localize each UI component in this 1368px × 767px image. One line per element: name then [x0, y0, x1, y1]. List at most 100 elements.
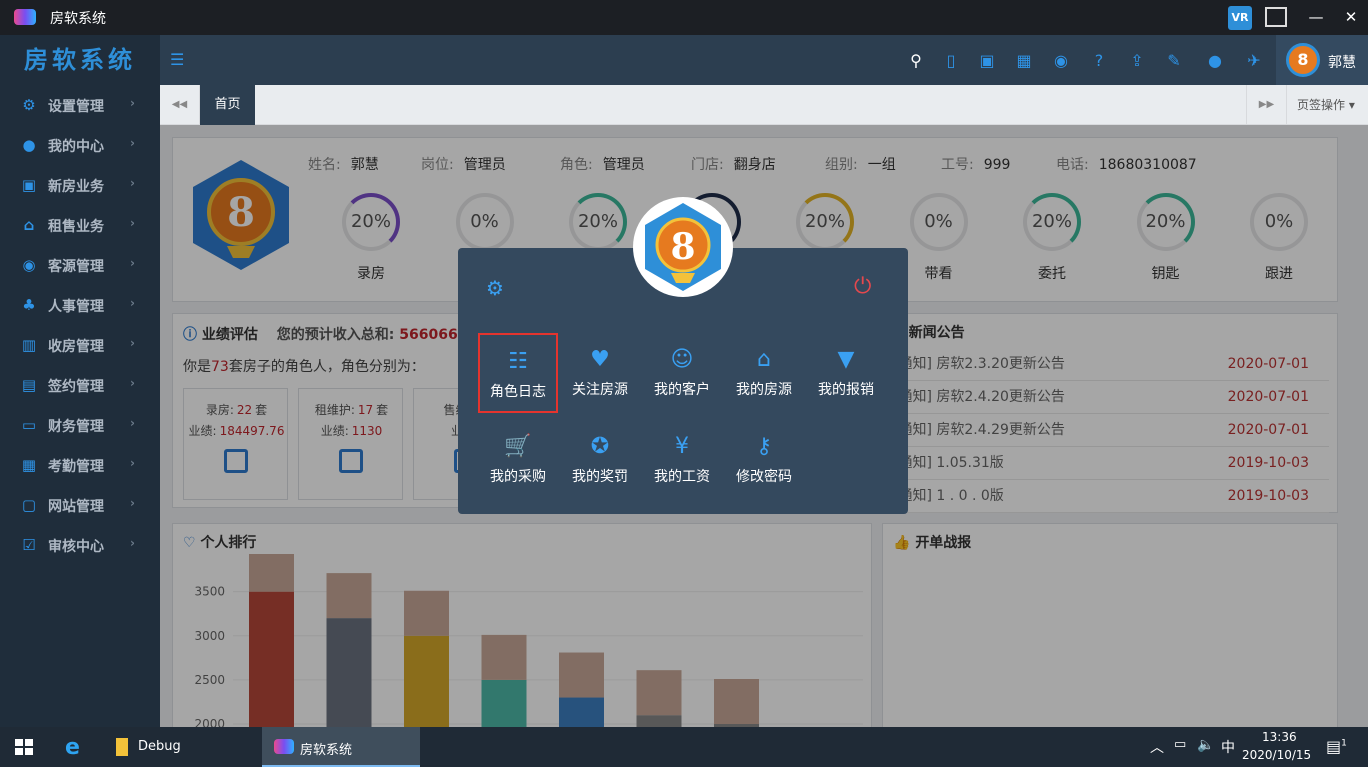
edit-icon[interactable]: ✎ — [1163, 50, 1185, 72]
popup-item-label: 我的奖罚 — [572, 469, 628, 485]
power-icon[interactable]: ⏻ — [854, 274, 871, 299]
clock-time[interactable]: 13:36 — [1262, 730, 1297, 744]
tab-home[interactable]: 首页 — [200, 85, 255, 125]
sidebar-item-label: 考勤管理 — [48, 459, 104, 475]
avatar: 8 — [1286, 43, 1320, 77]
sidebar-item-label: 租售业务 — [48, 219, 104, 235]
popup-item-customers[interactable]: ☺ 我的客户 — [642, 333, 722, 413]
sidebar-item-label: 财务管理 — [48, 419, 104, 435]
search-icon[interactable]: ⚲ — [905, 50, 927, 72]
popup-item-label: 我的报销 — [818, 382, 874, 398]
chevron-right-icon: › — [130, 416, 135, 430]
network-icon[interactable]: ▭ — [1174, 737, 1186, 752]
tray-chevron-icon[interactable]: ︿ — [1150, 737, 1164, 757]
popup-item-cart[interactable]: 🛒 我的采购 — [478, 420, 558, 500]
tab-prev-button[interactable]: ◀◀ — [160, 85, 200, 125]
user-profile-icon[interactable]: ● — [1204, 50, 1226, 72]
settings-icon[interactable]: ⚙ — [486, 276, 504, 300]
page-ops-dropdown[interactable]: 页签操作 ▾ — [1286, 85, 1368, 125]
users-icon: ◉ — [22, 256, 36, 274]
grid-icon[interactable]: ▦ — [1013, 50, 1035, 72]
sidebar-item-3[interactable]: ⌂ 租售业务 › — [0, 205, 160, 245]
sidebar-item-10[interactable]: ▢ 网站管理 › — [0, 485, 160, 525]
popup-items: ☷ 角色日志 ♥ 关注房源 ☺ 我的客户 ⌂ 我的房源 ▼ 我的报销 🛒 我的采购 ✪ 我的奖罚 ¥ 我的工资… — [478, 333, 898, 503]
sidebar-item-label: 我的中心 — [48, 139, 104, 155]
location-icon[interactable]: ◉ — [1050, 50, 1072, 72]
sidebar-item-label: 客源管理 — [48, 259, 104, 275]
chevron-right-icon: › — [130, 176, 135, 190]
sidebar-item-1[interactable]: ● 我的中心 › — [0, 125, 160, 165]
tab-next-button[interactable]: ▶▶ — [1246, 85, 1286, 125]
popup-item-label: 我的客户 — [654, 382, 710, 398]
folder-icon — [116, 738, 128, 756]
contact-card-icon[interactable]: ▣ — [976, 50, 998, 72]
sidebar-item-label: 新房业务 — [48, 179, 104, 195]
taskbar-item-debug[interactable]: Debug — [104, 727, 259, 767]
clock-date[interactable]: 2020/10/15 — [1242, 748, 1311, 762]
username: 郭慧 — [1328, 55, 1356, 71]
notification-count: 1 — [1341, 738, 1347, 749]
upload-icon[interactable]: ⇪ — [1126, 50, 1148, 72]
popup-item-label: 角色日志 — [490, 384, 546, 400]
notification-icon[interactable]: ▤1 — [1326, 737, 1347, 756]
run-icon[interactable]: ✈ — [1243, 50, 1265, 72]
chevron-right-icon: › — [130, 376, 135, 390]
chevron-right-icon: › — [130, 256, 135, 270]
sidebar-item-label: 设置管理 — [48, 99, 104, 115]
popup-item-label: 修改密码 — [736, 469, 792, 485]
popup-item-key[interactable]: ⚷ 修改密码 — [724, 420, 804, 500]
sidebar-item-label: 人事管理 — [48, 299, 104, 315]
volume-icon[interactable]: 🔈 — [1197, 737, 1214, 753]
chart-icon: ▦ — [21, 456, 37, 474]
popup-item-heart[interactable]: ♥ 关注房源 — [560, 333, 640, 413]
window-titlebar: 房软系统 VR — ✕ — [0, 0, 1368, 35]
home-icon: ⌂ — [23, 216, 35, 234]
taskbar-item-app[interactable]: 房软系统 — [262, 727, 420, 767]
brand-title: 房软系统 — [0, 35, 160, 85]
heart-icon: ♥ — [590, 347, 610, 372]
minimize-button[interactable]: — — [1298, 0, 1334, 35]
sidebar-item-6[interactable]: ▥ 收房管理 › — [0, 325, 160, 365]
sidebar-item-0[interactable]: ⚙ 设置管理 › — [0, 85, 160, 125]
monitor-icon: ▢ — [21, 496, 37, 514]
menu-toggle-icon[interactable]: ☰ — [170, 50, 190, 70]
sidebar-item-11[interactable]: ☑ 审核中心 › — [0, 525, 160, 565]
screenshot-icon[interactable] — [1265, 7, 1287, 27]
popup-item-label: 我的房源 — [736, 382, 792, 398]
chevron-right-icon: › — [130, 536, 135, 550]
edge-browser-icon[interactable]: e — [65, 735, 80, 760]
sidebar-item-8[interactable]: ▭ 财务管理 › — [0, 405, 160, 445]
vr-icon[interactable]: VR — [1228, 6, 1252, 30]
sidebar-item-9[interactable]: ▦ 考勤管理 › — [0, 445, 160, 485]
sidebar-item-4[interactable]: ◉ 客源管理 › — [0, 245, 160, 285]
sidebar-item-2[interactable]: ▣ 新房业务 › — [0, 165, 160, 205]
sidebar-item-7[interactable]: ▤ 签约管理 › — [0, 365, 160, 405]
org-icon: ♣ — [22, 296, 36, 314]
popup-item-label: 我的采购 — [490, 469, 546, 485]
phone-icon[interactable]: ▯ — [940, 50, 962, 72]
role-log-icon: ☷ — [508, 349, 528, 374]
popup-item-label: 我的工资 — [654, 469, 710, 485]
tab-bar: ◀◀ 首页 ▶▶ 页签操作 ▾ — [160, 85, 1368, 125]
windows-start-icon[interactable] — [15, 739, 33, 755]
popup-item-reimburse[interactable]: ▼ 我的报销 — [806, 333, 886, 413]
user-menu[interactable]: 8 郭慧 — [1276, 35, 1368, 85]
sidebar-item-label: 网站管理 — [48, 499, 104, 515]
building-icon: ▣ — [21, 176, 37, 194]
popup-item-yen[interactable]: ¥ 我的工资 — [642, 420, 722, 500]
sidebar-item-5[interactable]: ♣ 人事管理 › — [0, 285, 160, 325]
svg-text:8: 8 — [670, 226, 695, 268]
chevron-right-icon: › — [130, 336, 135, 350]
chevron-right-icon: › — [130, 136, 135, 150]
popup-item-role-log[interactable]: ☷ 角色日志 — [478, 333, 558, 413]
app-logo-icon — [14, 9, 36, 25]
window-title: 房软系统 — [50, 11, 106, 27]
ime-indicator[interactable]: 中 — [1221, 737, 1235, 757]
popup-item-house[interactable]: ⌂ 我的房源 — [724, 333, 804, 413]
taskbar-label: Debug — [138, 739, 181, 754]
popup-item-award[interactable]: ✪ 我的奖罚 — [560, 420, 640, 500]
close-button[interactable]: ✕ — [1333, 0, 1368, 35]
help-icon[interactable]: ? — [1088, 50, 1110, 72]
award-icon: ✪ — [590, 434, 610, 459]
cart-icon: 🛒 — [504, 434, 532, 459]
